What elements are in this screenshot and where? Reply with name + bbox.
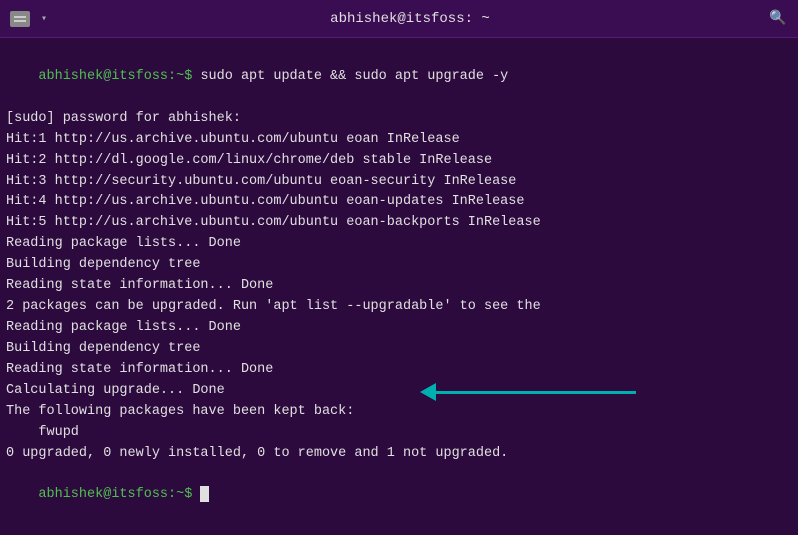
annotation-arrow [420, 383, 636, 401]
line-8: Reading package lists... Done [6, 234, 792, 255]
line-2: [sudo] password for abhishek: [6, 109, 792, 130]
prompt-1: abhishek@itsfoss:~$ [38, 69, 200, 84]
line-6: Hit:4 http://us.archive.ubuntu.com/ubunt… [6, 192, 792, 213]
line-5: Hit:3 http://security.ubuntu.com/ubuntu … [6, 172, 792, 193]
title-bar-left: ▾ [10, 11, 52, 27]
terminal-icon [10, 11, 30, 27]
line-12: Reading package lists... Done [6, 318, 792, 339]
terminal-body: abhishek@itsfoss:~$ sudo apt update && s… [0, 38, 798, 535]
arrow-head [420, 383, 436, 401]
window-title: abhishek@itsfoss: ~ [52, 11, 768, 27]
line-13: Building dependency tree [6, 339, 792, 360]
line-14: Reading state information... Done [6, 360, 792, 381]
dropdown-arrow[interactable]: ▾ [36, 11, 52, 27]
line-19: abhishek@itsfoss:~$ [6, 464, 792, 527]
line-4: Hit:2 http://dl.google.com/linux/chrome/… [6, 151, 792, 172]
line-3: Hit:1 http://us.archive.ubuntu.com/ubunt… [6, 130, 792, 151]
title-bar: ▾ abhishek@itsfoss: ~ 🔍 [0, 0, 798, 38]
line-16: The following packages have been kept ba… [6, 402, 792, 423]
line-1: abhishek@itsfoss:~$ sudo apt update && s… [6, 46, 792, 109]
line-17: fwupd [6, 423, 792, 444]
search-icon[interactable]: 🔍 [768, 9, 788, 29]
cursor-block [200, 486, 209, 502]
command-1: sudo apt update && sudo apt upgrade -y [200, 69, 508, 84]
line-11: 2 packages can be upgraded. Run 'apt lis… [6, 297, 792, 318]
arrow-line [436, 391, 636, 394]
line-10: Reading state information... Done [6, 276, 792, 297]
line-9: Building dependency tree [6, 255, 792, 276]
line-7: Hit:5 http://us.archive.ubuntu.com/ubunt… [6, 213, 792, 234]
prompt-final: abhishek@itsfoss:~$ [38, 487, 200, 502]
line-15: Calculating upgrade... Done [6, 381, 792, 402]
line-18: 0 upgraded, 0 newly installed, 0 to remo… [6, 444, 792, 465]
